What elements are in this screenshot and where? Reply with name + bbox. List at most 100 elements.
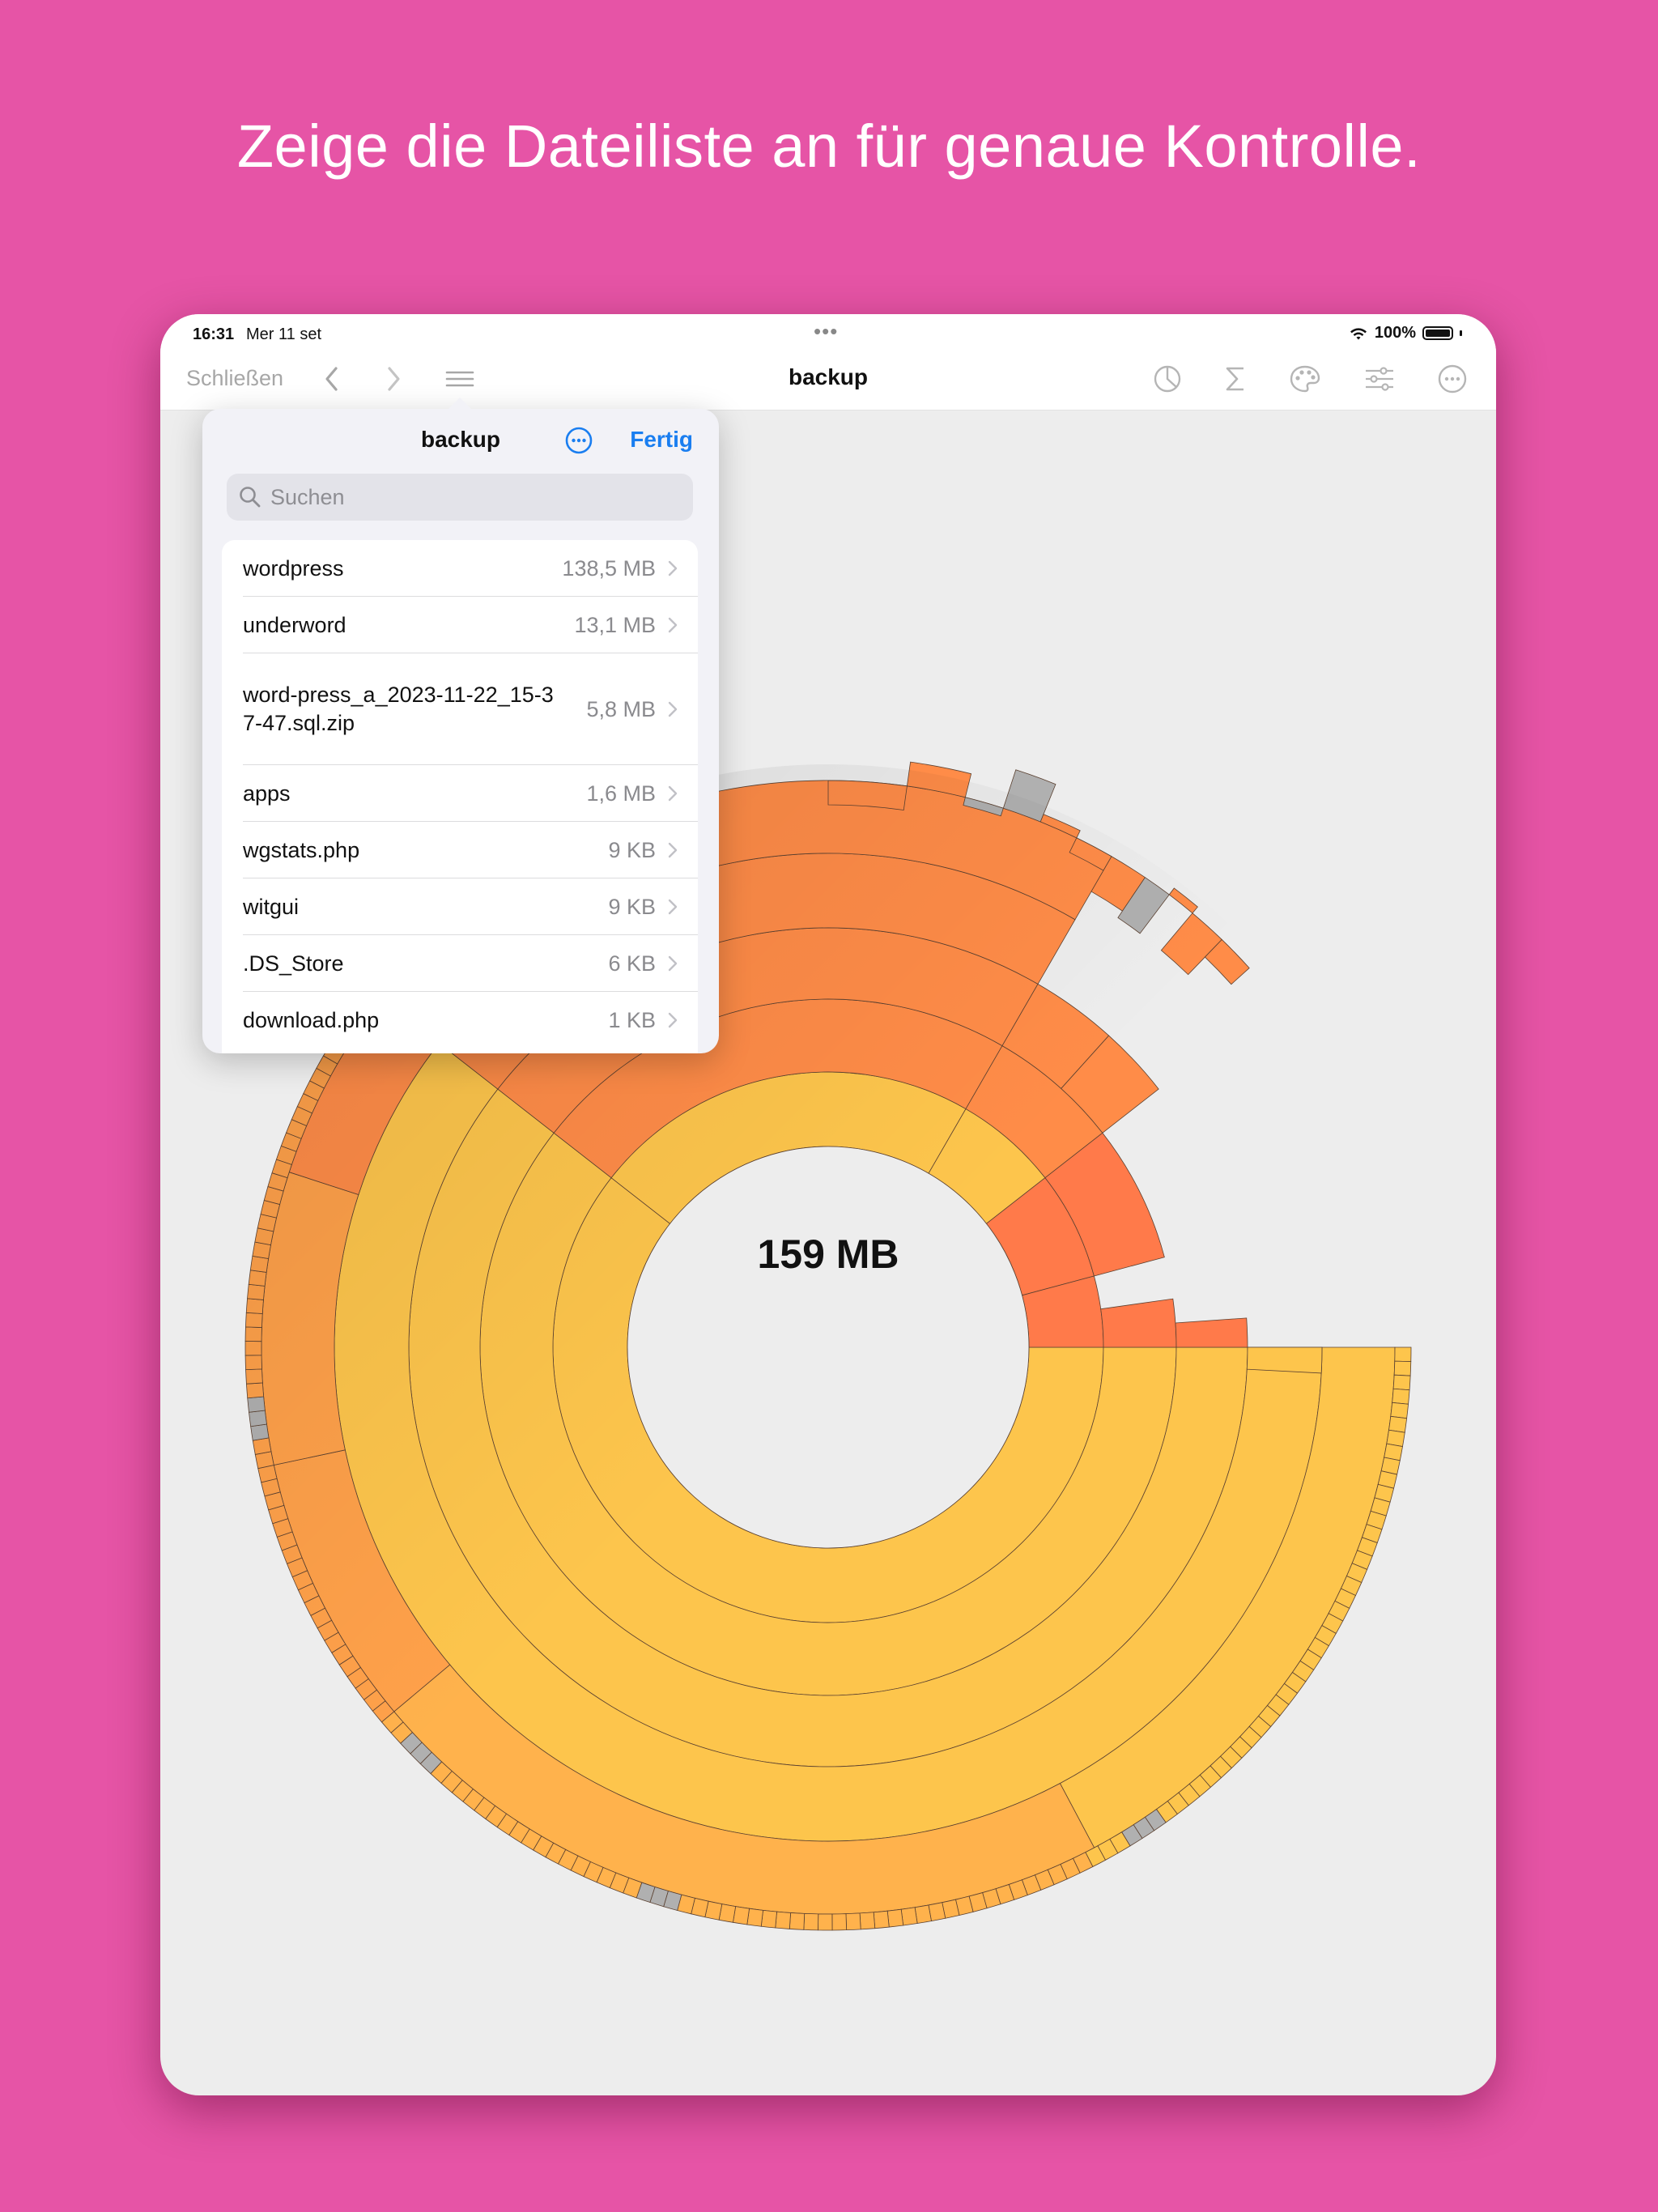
file-list-button[interactable] [442, 361, 478, 397]
file-size: 13,1 MB [574, 612, 656, 637]
sunburst-leaf[interactable] [845, 1912, 861, 1931]
chevron-right-icon [668, 785, 678, 802]
file-list-popover: backup Fertig wordpress138,5 MBunderword… [202, 398, 719, 1053]
chevron-right-icon [668, 1012, 678, 1028]
filter-button[interactable] [1362, 361, 1397, 397]
ellipsis-circle-icon [1438, 364, 1467, 393]
sunburst-segment[interactable] [1100, 1298, 1177, 1348]
ipad-screen: 16:31 Mer 11 set ••• 100% Schließen back… [160, 314, 1496, 2095]
sunburst-leaf[interactable] [247, 1283, 266, 1300]
sunburst-leaf[interactable] [245, 1298, 264, 1314]
chevron-right-icon [668, 899, 678, 915]
sum-button[interactable] [1218, 361, 1253, 397]
color-button[interactable] [1287, 361, 1323, 397]
sunburst-leaf[interactable] [1393, 1360, 1412, 1376]
sunburst-leaf[interactable] [245, 1368, 263, 1385]
chart-mode-button[interactable] [1150, 361, 1185, 397]
popover-more-button[interactable] [563, 425, 594, 456]
file-list-row[interactable]: wordpress 138,5 MB [222, 540, 698, 597]
sunburst-leaf[interactable] [1160, 912, 1222, 976]
sunburst-leaf[interactable] [248, 1270, 267, 1287]
list-icon [445, 371, 474, 387]
file-name: .DS_Store [243, 951, 344, 976]
file-name: witgui [243, 894, 300, 919]
status-date: Mer 11 set [246, 325, 321, 343]
file-list-row[interactable]: wgstats.php 9 KB [222, 822, 698, 878]
sunburst-leaf[interactable] [245, 1312, 263, 1328]
battery-tip [1460, 330, 1462, 336]
file-list-row[interactable]: download.php 1 KB [222, 992, 698, 1049]
sunburst-leaf[interactable] [244, 1341, 262, 1356]
sunburst-leaf[interactable] [252, 1437, 272, 1455]
file-list: wordpress 138,5 MB underword 13,1 MB word-pr… [222, 540, 698, 1053]
status-bar: 16:31 Mer 11 set ••• 100% [160, 314, 1496, 350]
sunburst-leaf[interactable] [244, 1355, 262, 1371]
file-name: apps [243, 781, 291, 806]
sunburst-leaf[interactable] [859, 1912, 876, 1930]
sunburst-leaf[interactable] [873, 1910, 890, 1929]
search-input[interactable] [269, 483, 677, 511]
close-button[interactable]: Schließen [186, 366, 283, 391]
sunburst-leaf[interactable] [1168, 887, 1198, 914]
sunburst-leaf[interactable] [818, 1913, 833, 1931]
battery-icon [1422, 326, 1453, 340]
sunburst-leaf[interactable] [1392, 1388, 1410, 1405]
sunburst-leaf[interactable] [1392, 1374, 1411, 1391]
sunburst-segment[interactable] [1246, 1346, 1323, 1374]
nav-bar: Schließen backup [160, 350, 1496, 410]
sunburst-leaf[interactable] [245, 1382, 265, 1399]
sunburst-leaf[interactable] [914, 1904, 932, 1924]
done-button[interactable]: Fertig [630, 427, 693, 453]
file-name: underword [243, 612, 346, 637]
sunburst-leaf[interactable] [746, 1908, 763, 1927]
file-size: 1 KB [608, 1007, 656, 1032]
sliders-icon [1366, 367, 1393, 391]
file-size: 6 KB [608, 951, 656, 976]
popover-arrow [447, 398, 473, 410]
sunburst-leaf[interactable] [244, 1326, 262, 1342]
sunburst-leaf[interactable] [803, 1912, 819, 1931]
headline: Zeige die Dateiliste an für genaue Kontr… [236, 113, 1422, 180]
file-list-row[interactable]: word-press_a_2023-11-22_15-37-47.sql.zip… [222, 653, 698, 765]
back-button[interactable] [314, 361, 350, 397]
sunburst-leaf[interactable] [831, 1913, 848, 1931]
file-name: word-press_a_2023-11-22_15-37-47.sql.zip [243, 683, 554, 735]
file-name: wgstats.php [243, 837, 360, 862]
forward-button[interactable] [376, 361, 411, 397]
sunburst-leaf[interactable] [775, 1911, 792, 1929]
file-list-row[interactable]: apps 1,6 MB [222, 765, 698, 822]
multitasking-dots-icon[interactable]: ••• [814, 319, 838, 344]
file-list-row[interactable]: underword 13,1 MB [222, 597, 698, 653]
sunburst-leaf[interactable] [1394, 1346, 1412, 1362]
sunburst-leaf[interactable] [789, 1912, 806, 1930]
ellipsis-circle-icon [565, 427, 593, 454]
chevron-right-icon [668, 701, 678, 717]
chevron-right-icon [668, 617, 678, 633]
sunburst-leaf[interactable] [1390, 1402, 1409, 1419]
sunburst-segment[interactable] [1175, 1317, 1248, 1348]
search-icon [240, 487, 261, 508]
file-list-row[interactable]: witgui 9 KB [222, 878, 698, 935]
wifi-icon [1350, 327, 1367, 339]
search-field[interactable] [227, 474, 693, 521]
sigma-icon [1226, 367, 1244, 391]
sunburst-leaf[interactable] [249, 1255, 270, 1273]
chevron-right-icon [668, 560, 678, 576]
chevron-right-icon [668, 955, 678, 972]
sunburst-leaf[interactable] [247, 1396, 266, 1413]
sunburst-leaf[interactable] [900, 1907, 918, 1926]
file-list-row[interactable]: .DS_Store 6 KB [222, 935, 698, 992]
sunburst-leaf[interactable] [1388, 1415, 1408, 1433]
file-size: 9 KB [608, 837, 656, 862]
sunburst-center[interactable] [627, 1146, 1030, 1549]
status-indicators: 100% [1349, 324, 1462, 342]
sunburst-leaf[interactable] [760, 1909, 777, 1929]
sunburst-leaf[interactable] [250, 1423, 270, 1441]
sunburst-leaf[interactable] [249, 1410, 267, 1427]
file-name: download.php [243, 1007, 380, 1032]
status-time: 16:31 [193, 325, 235, 343]
more-button[interactable] [1435, 361, 1470, 397]
sunburst-leaf[interactable] [886, 1908, 904, 1928]
file-size: 9 KB [608, 894, 656, 919]
file-name: wordpress [243, 555, 344, 581]
